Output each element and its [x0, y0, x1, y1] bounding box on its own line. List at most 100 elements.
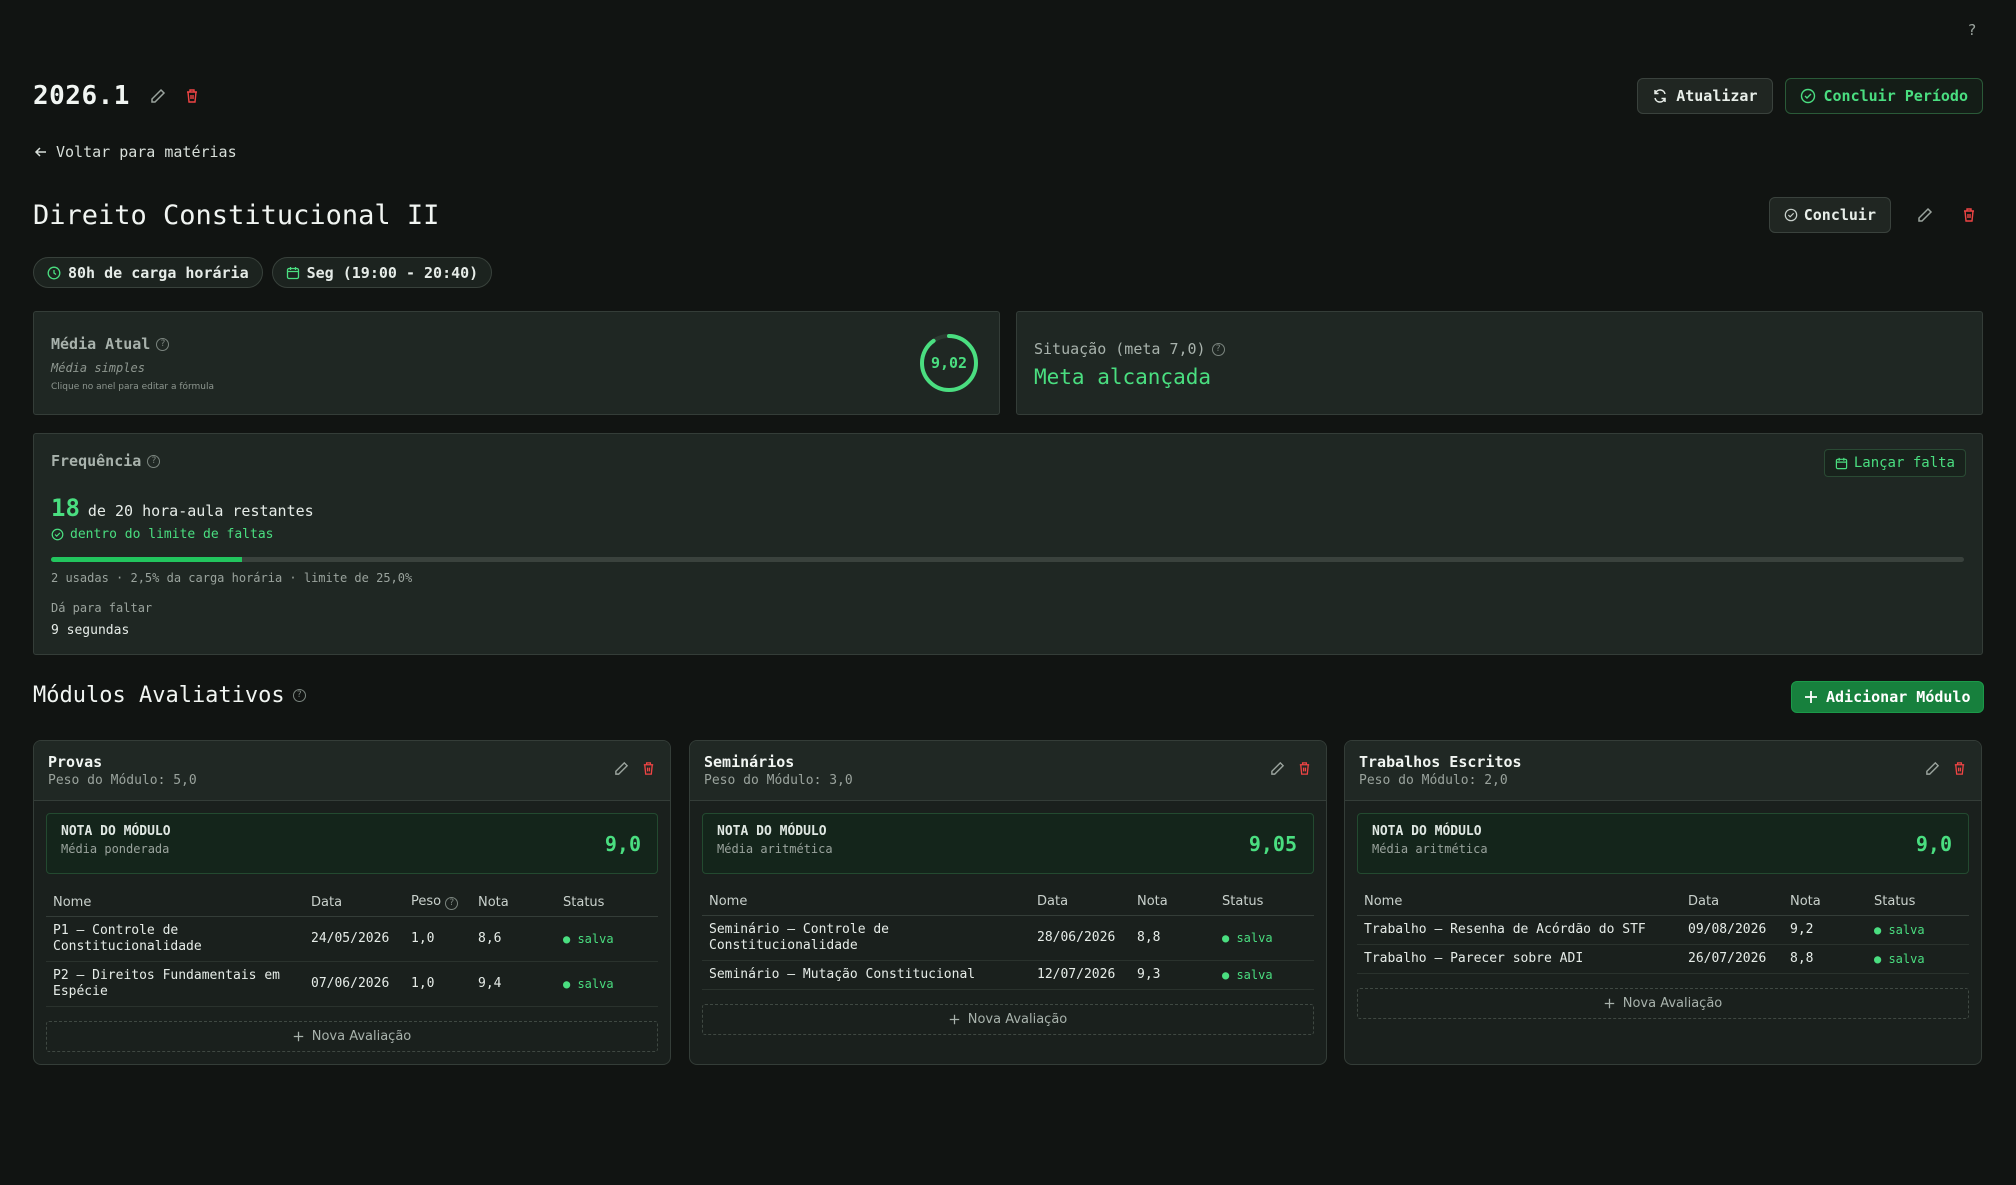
schedule-label: Seg (19:00 - 20:40): [306, 263, 479, 282]
help-circle-icon[interactable]: ?: [147, 454, 161, 468]
help-circle-icon[interactable]: ?: [445, 897, 459, 910]
module-grade-label: NOTA DO MÓDULO: [717, 824, 827, 839]
modules-section-title: Módulos Avaliativos ?: [33, 683, 306, 708]
module-name: Provas: [48, 753, 103, 771]
add-absence-button[interactable]: Lançar falta: [1823, 449, 1966, 477]
situation-card: Situação (meta 7,0) ? Meta alcançada: [1016, 311, 1983, 415]
module-weight: Peso do Módulo: 3,0: [704, 773, 853, 788]
eval-grade: 8,6: [471, 916, 556, 962]
situation-value: Meta alcançada: [1034, 365, 1212, 389]
eval-status: ● salva: [1215, 960, 1314, 990]
delete-subject-button[interactable]: [1955, 201, 1983, 229]
add-module-label: Adicionar Módulo: [1826, 688, 1971, 706]
modules-title: Módulos Avaliativos: [33, 683, 285, 708]
average-method: Média simples: [51, 361, 145, 375]
module-grade-box: NOTA DO MÓDULO Média ponderada 9,0: [46, 813, 658, 874]
conclude-subject-button[interactable]: Concluir: [1768, 197, 1891, 233]
trash-icon[interactable]: [641, 761, 656, 776]
table-row[interactable]: Seminário — Mutação Constitucional 12/07…: [702, 960, 1314, 990]
eval-date: 28/06/2026: [1030, 915, 1130, 961]
situation-label: Situação (meta 7,0): [1034, 340, 1206, 358]
back-to-subjects-link[interactable]: Voltar para matérias: [34, 143, 237, 161]
eval-status: ● salva: [556, 916, 658, 962]
check-circle-icon: [1800, 88, 1815, 104]
edit-subject-button[interactable]: [1911, 201, 1939, 229]
frequency-summary: 2 usadas · 2,5% da carga horária · limit…: [51, 571, 413, 585]
module-header: Provas Peso do Módulo: 5,0: [34, 741, 670, 801]
module-grade-label: NOTA DO MÓDULO: [61, 824, 171, 839]
add-module-button[interactable]: Adicionar Módulo: [1791, 681, 1984, 713]
pencil-icon: [151, 88, 165, 103]
new-evaluation-label: Nova Avaliação: [967, 1012, 1068, 1027]
eval-grade: 8,8: [1783, 944, 1867, 974]
conclude-subject-label: Concluir: [1803, 206, 1876, 224]
average-ring[interactable]: 9,02: [918, 332, 980, 394]
help-button[interactable]: ?: [1960, 18, 1984, 42]
module-card-trabalhos: Trabalhos Escritos Peso do Módulo: 2,0 N…: [1344, 740, 1982, 1065]
col-name: Nome: [46, 888, 304, 917]
calendar-icon: [1835, 457, 1848, 469]
module-grade-box: NOTA DO MÓDULO Média aritmética 9,05: [702, 813, 1314, 874]
col-status: Status: [1867, 888, 1969, 916]
help-circle-icon[interactable]: ?: [156, 337, 170, 351]
col-grade: Nota: [471, 888, 556, 917]
module-weight: Peso do Módulo: 5,0: [48, 773, 197, 788]
table-header-row: Nome Data Nota Status: [702, 888, 1314, 916]
subject-header: Direito Constitucional II Concluir: [33, 195, 1983, 235]
help-circle-icon[interactable]: ?: [292, 689, 306, 702]
eval-weight: 1,0: [404, 961, 471, 1007]
module-card-provas: Provas Peso do Módulo: 5,0 NOTA DO MÓDUL…: [33, 740, 671, 1065]
average-card: Média Atual ? Média simples Clique no an…: [33, 311, 1000, 415]
period-header: 2026.1 Atualizar Concluir Período: [33, 76, 1983, 116]
module-grade-method: Média aritmética: [1372, 842, 1488, 856]
pencil-icon[interactable]: [1925, 761, 1940, 776]
workload-label: 80h de carga horária: [68, 263, 249, 282]
table-header-row: Nome Data Peso ? Nota Status: [46, 888, 658, 917]
module-grade-value: 9,0: [1915, 832, 1952, 856]
eval-status: ● salva: [1215, 915, 1314, 961]
table-row[interactable]: P1 — Controle de Constitucionalidade 24/…: [46, 916, 658, 962]
pencil-icon: [1918, 207, 1933, 222]
col-name: Nome: [702, 888, 1030, 916]
workload-chip: 80h de carga horária: [33, 257, 263, 288]
evaluations-table: Nome Data Nota Status Trabalho — Resenha…: [1357, 888, 1969, 974]
table-row[interactable]: Trabalho — Parecer sobre ADI 26/07/2026 …: [1357, 944, 1969, 974]
frequency-card: Frequência ? Lançar falta 18 de 20 hora-…: [33, 433, 1983, 655]
conclude-period-button[interactable]: Concluir Período: [1784, 78, 1983, 114]
evaluations-table: Nome Data Peso ? Nota Status P1 — Contro…: [46, 888, 658, 1007]
module-name: Trabalhos Escritos: [1359, 753, 1522, 771]
trash-icon[interactable]: [1297, 761, 1312, 776]
help-circle-icon[interactable]: ?: [1211, 342, 1225, 356]
new-evaluation-label: Nova Avaliação: [1622, 996, 1723, 1011]
trash-icon[interactable]: [1952, 761, 1967, 776]
arrow-left-icon: [34, 147, 46, 157]
pencil-icon[interactable]: [1270, 761, 1285, 776]
table-row[interactable]: Trabalho — Resenha de Acórdão do STF 09/…: [1357, 915, 1969, 945]
can-miss-value: 9 segundas: [51, 623, 130, 638]
col-grade: Nota: [1783, 888, 1867, 916]
plus-icon: [1805, 691, 1817, 703]
eval-date: 07/06/2026: [304, 961, 404, 1007]
new-evaluation-button[interactable]: Nova Avaliação: [46, 1021, 658, 1052]
col-name: Nome: [1357, 888, 1681, 916]
module-grade-label: NOTA DO MÓDULO: [1372, 824, 1482, 839]
average-hint: Clique no anel para editar a fórmula: [51, 382, 215, 392]
plus-icon: [293, 1031, 303, 1042]
average-label-row: Média Atual ?: [51, 335, 170, 353]
eval-name: Trabalho — Parecer sobre ADI: [1357, 944, 1681, 974]
frequency-label-row: Frequência ?: [51, 452, 161, 470]
table-row[interactable]: P2 — Direitos Fundamentais em Espécie 07…: [46, 961, 658, 1007]
new-evaluation-button[interactable]: Nova Avaliação: [702, 1004, 1314, 1035]
schedule-chip: Seg (19:00 - 20:40): [271, 257, 493, 288]
calendar-icon: [286, 266, 299, 279]
refresh-button[interactable]: Atualizar: [1637, 78, 1773, 114]
plus-icon: [949, 1014, 959, 1025]
new-evaluation-button[interactable]: Nova Avaliação: [1357, 988, 1969, 1019]
module-header: Trabalhos Escritos Peso do Módulo: 2,0: [1345, 741, 1981, 801]
module-header: Seminários Peso do Módulo: 3,0: [690, 741, 1326, 801]
plus-icon: [1604, 998, 1614, 1009]
edit-period-button[interactable]: [144, 82, 172, 110]
pencil-icon[interactable]: [614, 761, 629, 776]
delete-period-button[interactable]: [178, 82, 206, 110]
table-row[interactable]: Seminário — Controle de Constitucionalid…: [702, 915, 1314, 961]
